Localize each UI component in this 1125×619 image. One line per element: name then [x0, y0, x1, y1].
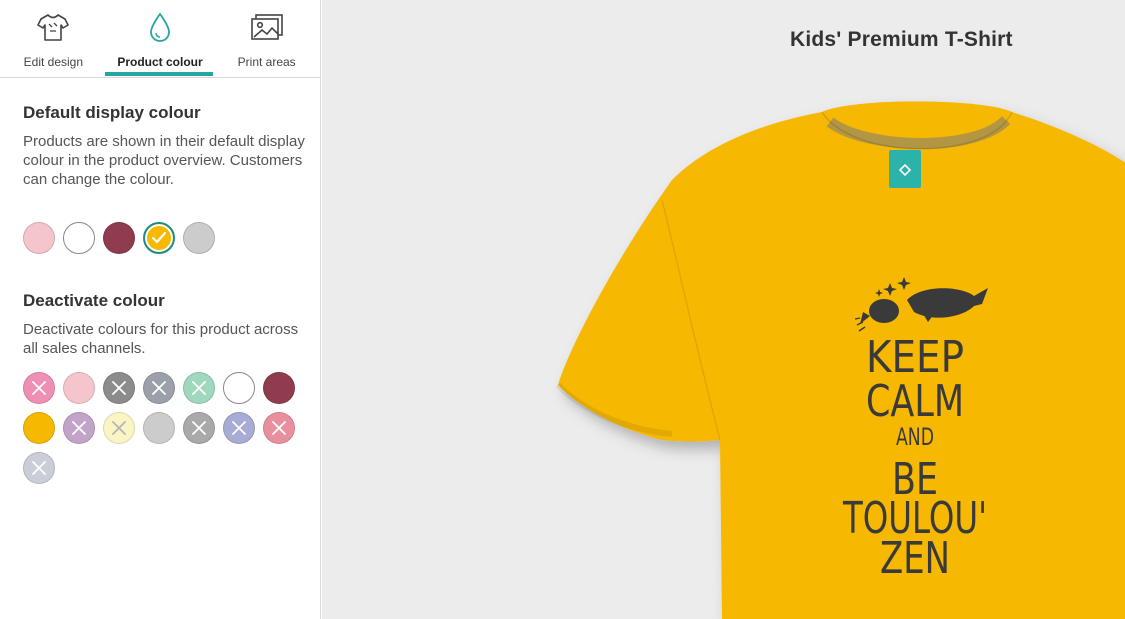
- checkmark-icon: [151, 231, 167, 244]
- deactivate-colour-swatch[interactable]: [263, 372, 295, 404]
- deactivate-colour-swatch[interactable]: [263, 412, 295, 444]
- deactivated-x-icon: [72, 421, 86, 435]
- tab-label: Product colour: [117, 55, 203, 69]
- deactivate-colour-description: Deactivate colours for this product acro…: [23, 321, 299, 357]
- default-colour-swatch[interactable]: [183, 222, 215, 254]
- product-preview: Kids' Premium T-Shirt KEEP CALM AND BE T…: [322, 0, 1125, 619]
- deactivate-colour-swatch[interactable]: [63, 372, 95, 404]
- tshirt-shape: [555, 101, 1125, 619]
- default-colour-swatch[interactable]: [143, 222, 175, 254]
- deactivate-colour-swatch[interactable]: [183, 372, 215, 404]
- deactivate-colour-swatch[interactable]: [103, 372, 135, 404]
- tshirt-icon: [36, 10, 70, 44]
- deactivated-x-icon: [232, 421, 246, 435]
- print-text-line: CALM: [866, 376, 964, 427]
- neck-label: [889, 150, 921, 188]
- deactivated-x-icon: [112, 421, 126, 435]
- drop-icon: [143, 10, 177, 44]
- product-settings-sidebar: Edit design Product colour Print areas D…: [0, 0, 321, 619]
- default-colour-title: Default display colour: [23, 103, 201, 122]
- deactivated-x-icon: [32, 461, 46, 475]
- tab-label: Edit design: [23, 55, 84, 69]
- deactivate-colour-swatch[interactable]: [223, 412, 255, 444]
- image-icon: [250, 10, 284, 44]
- sidebar-tabs: Edit design Product colour Print areas: [0, 0, 320, 78]
- tab-edit-design[interactable]: Edit design: [0, 0, 107, 77]
- tab-print-areas[interactable]: Print areas: [213, 0, 320, 77]
- deactivate-colour-swatch[interactable]: [23, 452, 55, 484]
- deactivated-x-icon: [192, 381, 206, 395]
- deactivate-colour-swatch[interactable]: [23, 372, 55, 404]
- default-colour-swatch[interactable]: [23, 222, 55, 254]
- deactivated-x-icon: [112, 381, 126, 395]
- deactivate-colour-title: Deactivate colour: [23, 291, 165, 310]
- deactivated-x-icon: [32, 381, 46, 395]
- deactivate-colour-swatch[interactable]: [143, 412, 175, 444]
- deactivated-x-icon: [272, 421, 286, 435]
- deactivate-colour-swatch[interactable]: [143, 372, 175, 404]
- default-colour-swatch[interactable]: [103, 222, 135, 254]
- deactivate-colour-swatch[interactable]: [183, 412, 215, 444]
- deactivated-x-icon: [192, 421, 206, 435]
- deactivate-colour-swatch[interactable]: [103, 412, 135, 444]
- tshirt-preview-image: KEEPCALMANDBETOULOU'ZEN: [555, 101, 1125, 619]
- deactivate-colour-swatch[interactable]: [223, 372, 255, 404]
- default-colour-swatch[interactable]: [63, 222, 95, 254]
- print-text-line: ZEN: [880, 533, 950, 584]
- default-colour-description: Products are shown in their default disp…: [23, 133, 305, 188]
- deactivate-colour-swatch[interactable]: [63, 412, 95, 444]
- deactivated-x-icon: [152, 381, 166, 395]
- deactivate-colour-swatch[interactable]: [23, 412, 55, 444]
- tab-product-colour[interactable]: Product colour: [107, 0, 214, 77]
- tab-label: Print areas: [237, 55, 296, 69]
- active-tab-indicator: [105, 72, 213, 76]
- print-text-line: AND: [896, 423, 934, 451]
